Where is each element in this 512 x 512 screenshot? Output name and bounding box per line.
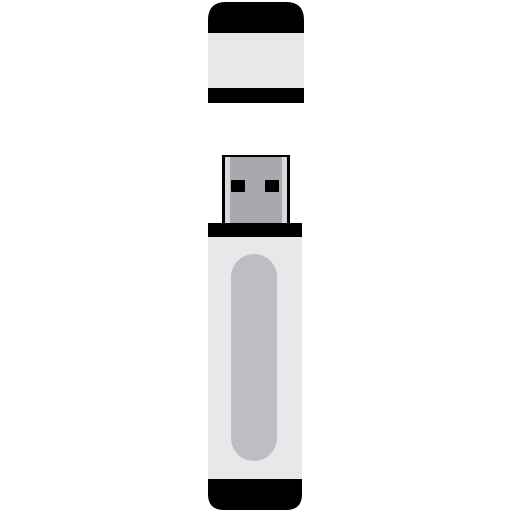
connector-pin-right xyxy=(265,180,279,192)
usb-cap xyxy=(208,2,304,103)
body-top-band xyxy=(208,223,302,237)
cap-body xyxy=(208,33,304,88)
connector-highlight-left xyxy=(225,157,230,225)
usb-connector xyxy=(222,155,290,225)
usb-drive-body xyxy=(208,223,302,510)
cap-top-band xyxy=(208,2,304,33)
connector-highlight-right xyxy=(282,157,287,225)
usb-flash-drive-icon xyxy=(208,2,304,510)
cap-bottom-band xyxy=(208,88,304,103)
body-bottom-band xyxy=(208,479,302,510)
connector-pin-left xyxy=(231,180,245,192)
body-grip-panel xyxy=(231,254,277,461)
usb-drive-illustration xyxy=(0,0,512,512)
